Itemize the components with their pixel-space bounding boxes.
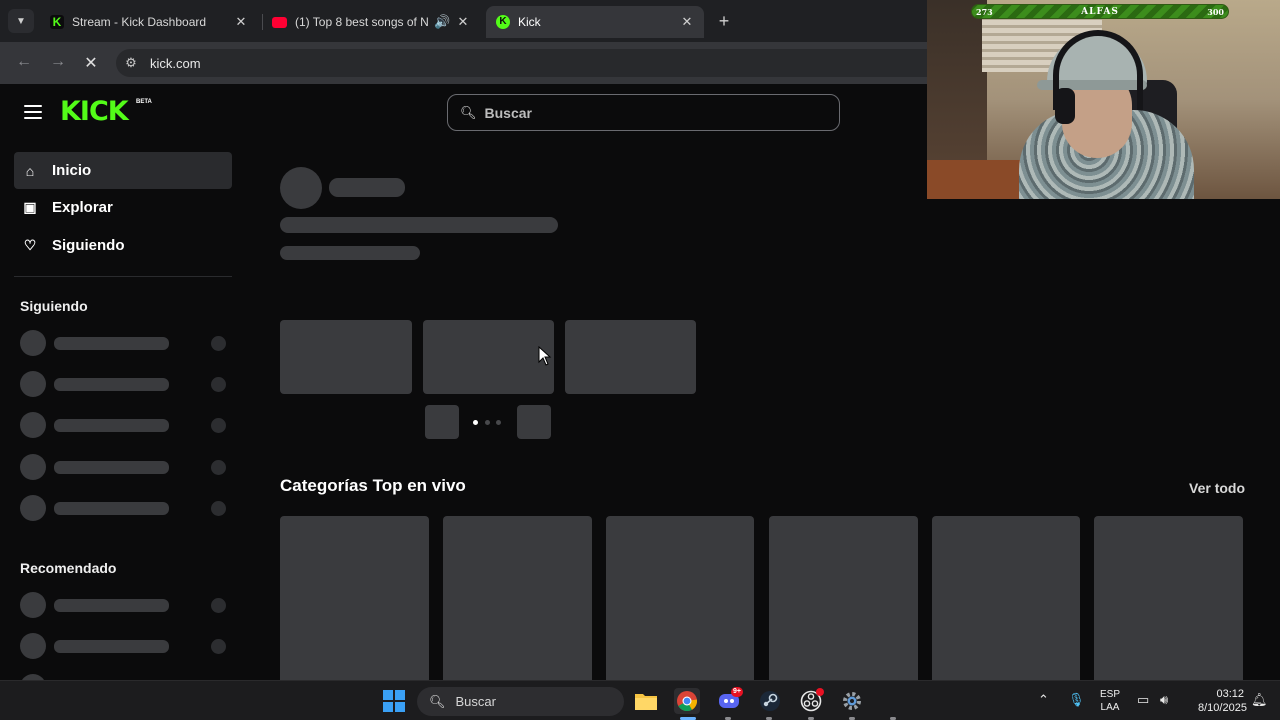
- browser-navbar: ← → ✕ ⚙ kick.com: [0, 42, 930, 84]
- carousel-card-skeleton[interactable]: [423, 320, 554, 394]
- steam-icon[interactable]: [757, 688, 783, 714]
- carousel-dot[interactable]: [485, 420, 490, 425]
- category-card-skeleton[interactable]: [1094, 516, 1243, 680]
- kick-logo[interactable]: KICK: [60, 96, 129, 128]
- search-icon: 🔍︎: [429, 693, 446, 709]
- close-icon[interactable]: ✕: [680, 14, 694, 30]
- url-text: kick.com: [150, 55, 201, 71]
- carousel-prev-button[interactable]: [425, 405, 459, 439]
- screen: ▼ K Stream - Kick Dashboard ✕ (1) Top 8 …: [0, 0, 1280, 720]
- stream-overlay-bar: 273 ALFAS 300: [971, 4, 1229, 19]
- windows-start-icon[interactable]: [381, 688, 407, 714]
- tab-title: (1) Top 8 best songs of NEFFEX: [295, 15, 428, 29]
- recommended-skeleton-row: [20, 633, 230, 659]
- windows-taskbar: 🔍︎ Buscar 9+ ⌃ 🎙︎ ESP LAA ▭ 🔊︎ 03:12 8/1…: [0, 680, 1280, 720]
- featured-avatar-skeleton: [280, 167, 322, 209]
- kick-icon: K: [496, 15, 510, 29]
- sidebar-item-inicio[interactable]: ⌂ Inicio: [14, 152, 232, 189]
- explore-icon: ▣: [23, 199, 37, 215]
- carousel-dot[interactable]: [496, 420, 501, 425]
- overlay-name: ALFAS: [1081, 6, 1119, 17]
- following-heading: Siguiendo: [20, 298, 88, 314]
- file-explorer-icon[interactable]: [633, 688, 659, 714]
- see-all-link[interactable]: Ver todo: [1189, 480, 1245, 496]
- tab-kick-dashboard[interactable]: K Stream - Kick Dashboard ✕: [40, 6, 258, 38]
- stop-loading-icon[interactable]: ✕: [81, 53, 101, 73]
- categories-heading: Categorías Top en vivo: [280, 476, 466, 495]
- tab-title: Kick: [518, 15, 541, 29]
- close-icon[interactable]: ✕: [456, 14, 470, 30]
- address-bar[interactable]: ⚙ kick.com: [116, 49, 930, 77]
- clock-date: 8/10/2025: [1198, 702, 1247, 714]
- following-skeleton-row: [20, 330, 230, 356]
- home-icon: ⌂: [25, 162, 35, 179]
- sidebar-divider: [14, 276, 232, 277]
- following-skeleton-row: [20, 412, 230, 438]
- category-card-skeleton[interactable]: [606, 516, 754, 680]
- sidebar-item-label: Explorar: [52, 199, 113, 216]
- category-card-skeleton[interactable]: [769, 516, 918, 680]
- carousel-next-button[interactable]: [517, 405, 551, 439]
- settings-gear-icon[interactable]: [839, 688, 865, 714]
- volume-icon[interactable]: 🔊︎: [1160, 692, 1168, 708]
- close-icon[interactable]: ✕: [234, 14, 248, 30]
- chevron-up-icon[interactable]: ⌃: [1038, 692, 1049, 708]
- sidebar-item-label: Inicio: [52, 162, 92, 179]
- menu-icon[interactable]: [24, 105, 42, 119]
- carousel-dot[interactable]: [473, 420, 478, 425]
- browser-tabbar: ▼ K Stream - Kick Dashboard ✕ (1) Top 8 …: [0, 0, 930, 42]
- tab-search-dropdown[interactable]: ▼: [8, 9, 34, 33]
- featured-title-skeleton: [280, 217, 558, 233]
- webcam-overlay: [927, 0, 1280, 199]
- overlay-left-value: 273: [976, 6, 993, 17]
- youtube-icon: [272, 16, 287, 28]
- beta-badge: BETA: [136, 99, 152, 105]
- back-arrow-icon[interactable]: ←: [14, 53, 34, 71]
- mouse-cursor-icon: [538, 346, 552, 366]
- featured-subtitle-skeleton: [280, 246, 420, 260]
- carousel-card-skeleton[interactable]: [280, 320, 412, 394]
- recommended-heading: Recomendado: [20, 560, 117, 576]
- language-indicator[interactable]: ESP LAA: [1098, 688, 1122, 714]
- overlay-right-value: 300: [1207, 6, 1224, 17]
- recording-dot: [816, 688, 824, 696]
- taskbar-search-placeholder: Buscar: [455, 694, 496, 709]
- following-skeleton-row: [20, 495, 230, 521]
- keyboard-layout: LAA: [1100, 702, 1120, 713]
- network-icon[interactable]: ▭: [1137, 692, 1149, 708]
- search-placeholder: Buscar: [484, 104, 532, 121]
- recommended-skeleton-row: [20, 592, 230, 618]
- kick-icon: K: [50, 15, 64, 29]
- following-skeleton-row: [20, 454, 230, 480]
- category-card-skeleton[interactable]: [280, 516, 429, 680]
- tab-title: Stream - Kick Dashboard: [72, 15, 207, 29]
- tab-kick[interactable]: K Kick ✕: [486, 6, 704, 38]
- forward-arrow-icon[interactable]: →: [48, 53, 68, 71]
- tab-youtube[interactable]: (1) Top 8 best songs of NEFFEX 🔊 ✕: [262, 6, 480, 38]
- chrome-icon[interactable]: [674, 688, 700, 714]
- search-input[interactable]: 🔍︎ Buscar: [447, 94, 840, 131]
- microphone-icon[interactable]: 🎙︎: [1068, 692, 1085, 708]
- clock-time: 03:12: [1216, 688, 1244, 700]
- category-card-skeleton[interactable]: [443, 516, 592, 680]
- search-icon: 🔍︎: [460, 104, 477, 120]
- new-tab-button[interactable]: +: [714, 11, 734, 31]
- category-card-skeleton[interactable]: [932, 516, 1080, 680]
- featured-name-skeleton: [329, 178, 405, 197]
- sidebar-item-label: Siguiendo: [52, 237, 125, 254]
- following-skeleton-row: [20, 371, 230, 397]
- heart-icon: ♡: [23, 237, 37, 253]
- site-settings-icon[interactable]: ⚙: [116, 55, 146, 71]
- notifications-icon[interactable]: 🔔︎: [1251, 692, 1268, 708]
- sidebar-item-explorar[interactable]: ▣ Explorar: [14, 189, 232, 226]
- notification-badge: 9+: [731, 687, 743, 697]
- carousel-card-skeleton[interactable]: [565, 320, 696, 394]
- clock[interactable]: 03:12 8/10/2025: [1198, 687, 1247, 715]
- sidebar-item-siguiendo[interactable]: ♡ Siguiendo: [14, 227, 232, 264]
- language-code: ESP: [1099, 689, 1120, 700]
- taskbar-search-input[interactable]: 🔍︎ Buscar: [417, 687, 624, 716]
- speaker-icon[interactable]: 🔊: [434, 14, 450, 30]
